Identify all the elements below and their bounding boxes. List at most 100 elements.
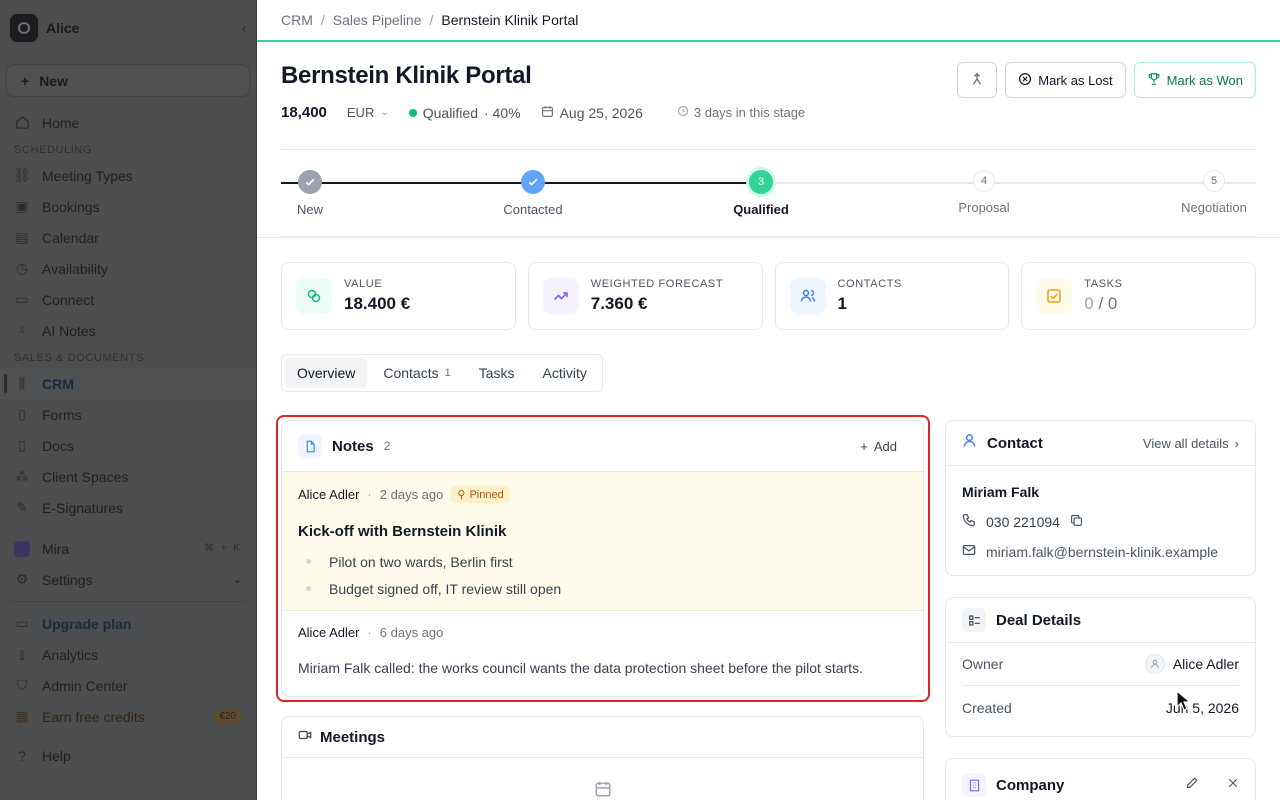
stat-tasks-card: TASKS 0 / 0	[1021, 262, 1256, 330]
created-label: Created	[962, 699, 1012, 716]
gear-icon: ⚙	[15, 571, 29, 587]
edit-icon[interactable]	[1185, 776, 1199, 795]
calendar-icon: ▤	[15, 229, 29, 245]
sidebar-item-label: Earn free credits	[42, 708, 145, 725]
stat-value-card: VALUE 18.400 €	[281, 262, 516, 330]
owner-name: Alice Adler	[1172, 656, 1239, 672]
note-time: 6 days ago	[379, 625, 444, 640]
pinned-badge: ⚲ Pinned	[451, 486, 510, 503]
sidebar-item-docs[interactable]: ▯ Docs	[0, 430, 256, 461]
note-body: Miriam Falk called: the works council wa…	[298, 660, 863, 676]
stage-dot	[408, 108, 417, 117]
app-root: Alice ‹ + New Home SCHEDULING ⛓ Meeting T…	[0, 0, 1280, 800]
note-item[interactable]: Alice Adler · 6 days ago Miriam Falk cal…	[282, 611, 923, 690]
sidebar-item-ai-notes[interactable]: ♮ AI Notes	[0, 315, 256, 346]
sidebar-item-admin-center[interactable]: ⛉ Admin Center	[0, 670, 256, 701]
plus-icon: +	[21, 72, 30, 89]
sidebar-item-crm[interactable]: ⫼ CRM	[0, 368, 256, 399]
tab-contacts[interactable]: Contacts 1	[371, 358, 462, 388]
step-number: 5	[1203, 170, 1225, 192]
contact-name[interactable]: Miriam Falk	[962, 484, 1239, 500]
tab-overview[interactable]: Overview	[285, 358, 368, 388]
sidebar-item-analytics[interactable]: ⫾ Analytics	[0, 639, 256, 670]
sidebar-item-settings[interactable]: ⚙ Settings ⌄	[0, 564, 256, 595]
tab-label: Overview	[297, 365, 356, 381]
view-all-details-link[interactable]: View all details ›	[1143, 436, 1239, 451]
sidebar-item-bookings[interactable]: ▣ Bookings	[0, 191, 256, 222]
contact-phone-row: 030 221094	[962, 513, 1239, 530]
tab-label: Activity	[542, 365, 587, 381]
pipeline-step[interactable]: 3 Qualified	[721, 170, 801, 217]
sidebar: Alice ‹ + New Home SCHEDULING ⛓ Meeting T…	[0, 0, 257, 800]
home-icon	[14, 115, 30, 131]
note-time: 2 days ago	[379, 487, 444, 502]
pipeline-step[interactable]: Contacted	[493, 170, 573, 217]
sidebar-item-earn-credits[interactable]: ▦ Earn free credits €20	[0, 701, 256, 732]
stat-text: CONTACTS 1	[838, 278, 902, 314]
pen-icon: ✎	[16, 499, 28, 515]
copy-icon[interactable]	[1070, 514, 1083, 530]
sidebar-item-e-signatures[interactable]: ✎ E-Signatures	[0, 492, 256, 523]
tab-tasks[interactable]: Tasks	[467, 358, 527, 388]
owner-value[interactable]: Alice Adler	[1144, 654, 1239, 674]
sidebar-item-mira[interactable]: Mira ⌘ + K	[0, 533, 256, 564]
new-button-label: New	[39, 72, 68, 89]
contact-body: Miriam Falk 030 221094 miriam.falk@berns…	[946, 466, 1255, 575]
workspace-header[interactable]: Alice ‹	[0, 0, 256, 56]
mark-as-lost-button[interactable]: Mark as Lost	[1005, 62, 1126, 98]
sidebar-item-upgrade[interactable]: ▭ Upgrade plan	[0, 608, 256, 639]
pipeline-step[interactable]: 5 Negotiation	[1174, 170, 1254, 215]
sidebar-item-forms[interactable]: ▯ Forms	[0, 399, 256, 430]
collapse-sidebar-icon[interactable]: ‹	[242, 21, 246, 36]
note-author: Alice Adler	[298, 487, 360, 502]
tab-count: 1	[444, 367, 451, 379]
sidebar-item-client-spaces[interactable]: ⁂ Client Spaces	[0, 461, 256, 492]
close-date[interactable]: Aug 25, 2026	[541, 105, 643, 121]
breadcrumb-sales-pipeline[interactable]: Sales Pipeline	[333, 12, 422, 28]
sidebar-item-home[interactable]: Home	[0, 107, 256, 138]
deal-details-body: Owner Alice Adler Created Jun 5, 2026	[946, 643, 1255, 729]
stat-label: CONTACTS	[837, 278, 902, 290]
stat-text: WEIGHTED FORECAST 7.360 €	[591, 278, 723, 314]
contact-email[interactable]: miriam.falk@bernstein-klinik.example	[986, 544, 1218, 560]
phone-icon	[962, 513, 976, 530]
coins-icon	[296, 278, 332, 314]
deal-amount[interactable]: 18,400	[281, 104, 327, 121]
header-actions: Mark as Lost Mark as Won	[957, 62, 1256, 98]
sidebar-item-availability[interactable]: ◷ Availability	[0, 253, 256, 284]
stat-text: TASKS 0 / 0	[1084, 278, 1122, 314]
merge-button[interactable]	[957, 62, 998, 98]
pipeline-step-label: Qualified	[733, 202, 789, 217]
sidebar-item-label: Calendar	[42, 229, 99, 246]
mark-as-won-button[interactable]: Mark as Won	[1133, 62, 1256, 98]
add-note-button[interactable]: + Add	[860, 439, 897, 454]
check-icon	[521, 170, 545, 194]
dot-separator: ·	[367, 625, 372, 640]
pin-icon: ⚲	[457, 489, 466, 501]
users-icon	[789, 278, 826, 314]
close-icon[interactable]	[1227, 776, 1239, 794]
sidebar-item-help[interactable]: ? Help	[0, 740, 256, 771]
sidebar-item-meeting-types[interactable]: ⛓ Meeting Types	[0, 160, 256, 191]
checkbox-icon	[1036, 278, 1073, 314]
pipeline-step[interactable]: New	[270, 170, 350, 217]
analytics-icon: ⫾	[19, 646, 25, 662]
note-item-pinned[interactable]: Alice Adler · 2 days ago ⚲ Pinned Kick-o…	[282, 472, 923, 611]
user-icon	[962, 433, 977, 453]
clock-icon: ◷	[15, 260, 29, 276]
contact-phone[interactable]: 030 221094	[986, 514, 1060, 530]
crm-icon: ⫼	[18, 375, 26, 391]
sidebar-section-sales: SALES & DOCUMENTS	[14, 352, 145, 364]
new-button[interactable]: + New	[6, 64, 250, 97]
breadcrumb-crm[interactable]: CRM	[281, 12, 313, 28]
chevron-right-icon: ›	[1234, 435, 1239, 451]
currency-select[interactable]: EUR ⌄	[347, 105, 389, 120]
sidebar-item-label: Meeting Types	[42, 167, 133, 184]
sidebar-item-calendar[interactable]: ▤ Calendar	[0, 222, 256, 253]
merge-icon	[970, 72, 984, 89]
tab-activity[interactable]: Activity	[531, 358, 599, 388]
sidebar-item-connect[interactable]: ▭ Connect	[0, 284, 256, 315]
workspace-logo	[10, 14, 38, 42]
deal-details-card: Deal Details Owner Alice Adler Created J…	[945, 597, 1256, 737]
pipeline-step[interactable]: 4 Proposal	[944, 170, 1024, 215]
